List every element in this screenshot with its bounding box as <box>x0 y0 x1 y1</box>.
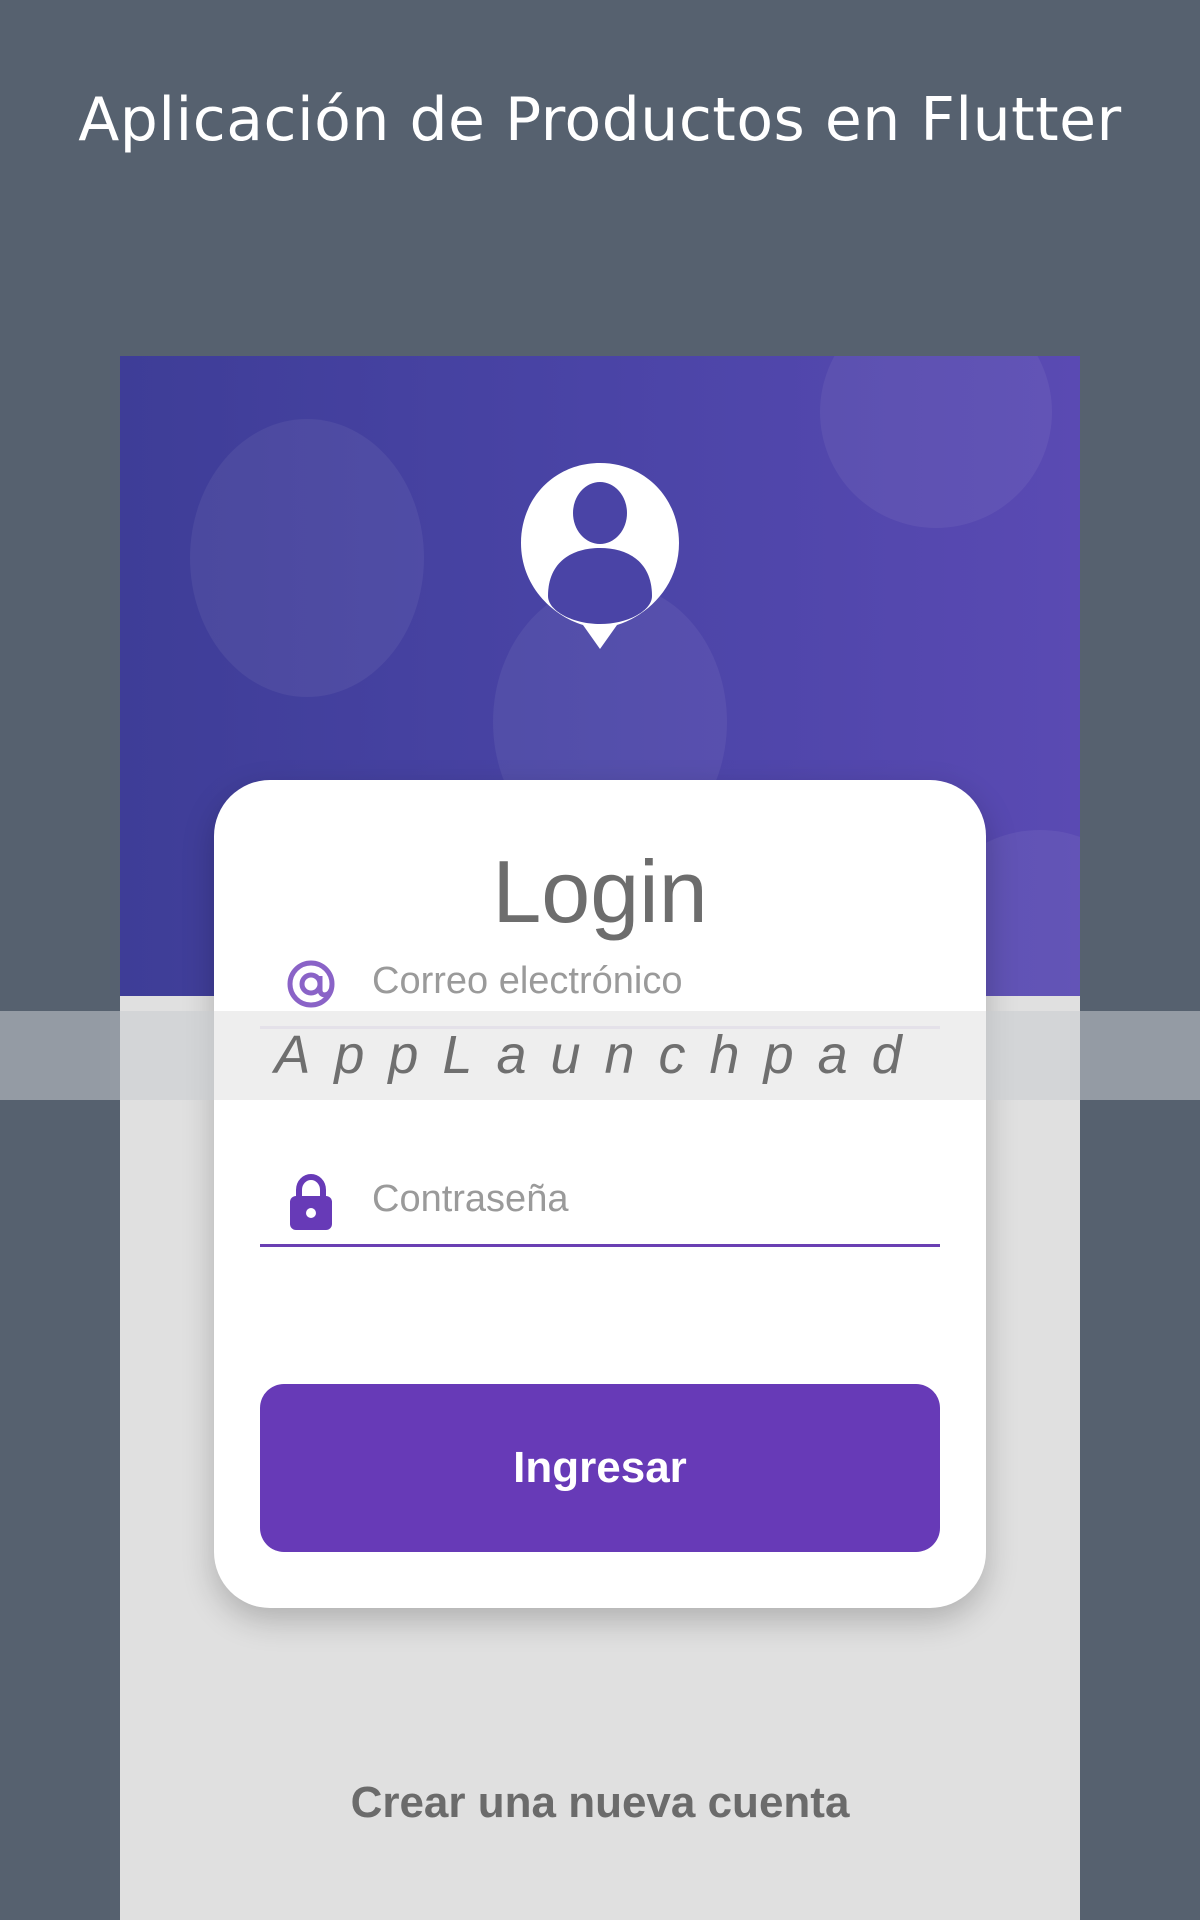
email-input[interactable] <box>370 950 934 1012</box>
login-submit-button[interactable]: Ingresar <box>260 1384 940 1552</box>
phone-screen: Login Ingresar Crear una nueva cuenta <box>120 356 1080 1920</box>
decor-circle <box>190 419 424 697</box>
person-pin-icon <box>521 463 679 649</box>
at-sign-icon <box>287 960 335 1008</box>
create-account-link[interactable]: Crear una nueva cuenta <box>120 1778 1080 1828</box>
page-headline: Aplicación de Productos en Flutter <box>78 85 1122 155</box>
login-card: Login Ingresar <box>214 780 986 1608</box>
lock-icon <box>290 1173 332 1230</box>
password-input[interactable] <box>370 1168 934 1230</box>
decor-circle <box>820 356 1052 528</box>
password-field <box>260 1144 940 1247</box>
watermark-banner: AppLaunchpad <box>0 1011 1200 1100</box>
watermark-text: AppLaunchpad <box>274 1025 926 1085</box>
